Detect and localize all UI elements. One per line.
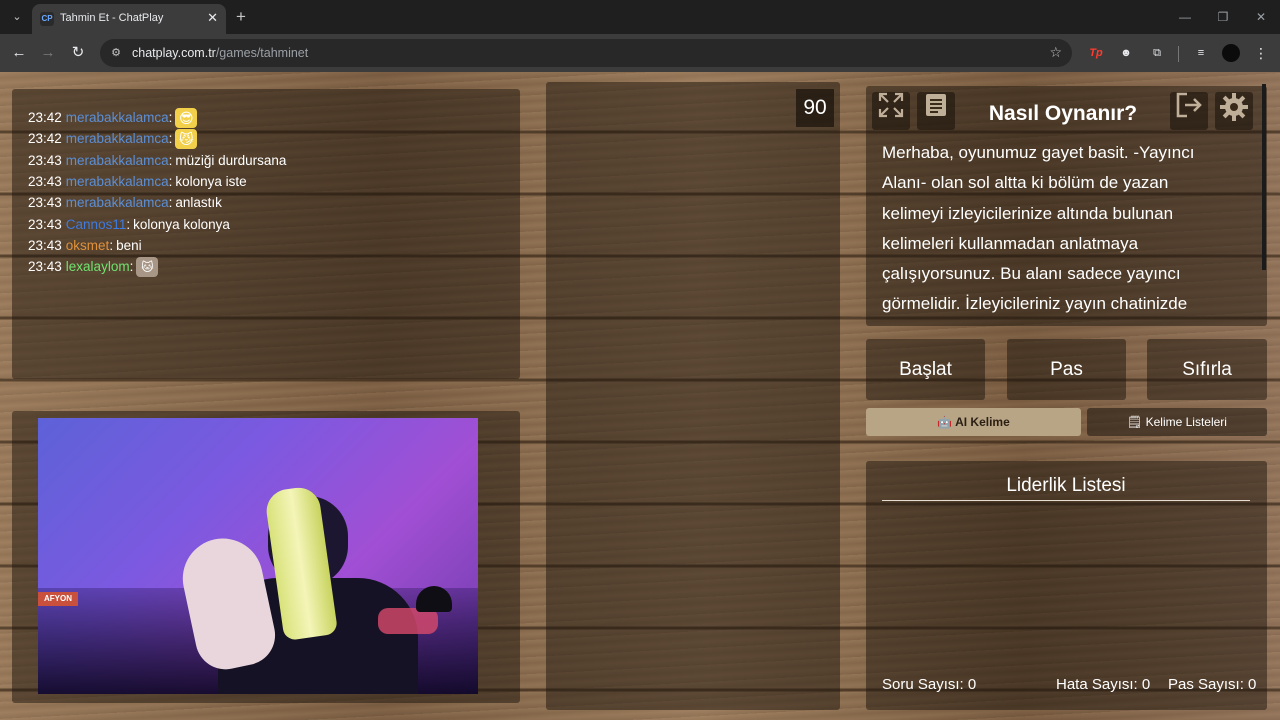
chat-message: 23:43 merabakkalamca: anlastık — [28, 192, 510, 213]
webcam-video: AFYON — [38, 418, 478, 694]
pass-count: Pas Sayısı: 0 — [1168, 676, 1257, 693]
chat-timestamp: 23:43 — [28, 237, 62, 253]
chatplay-favicon-icon: CP — [40, 12, 54, 26]
chat-timestamp: 23:43 — [28, 174, 62, 190]
tab-word-lists[interactable]: 🗒 Kelime Listeleri — [1087, 408, 1267, 436]
leaderboard-title: Liderlik Listesi — [1006, 475, 1126, 496]
emote-cat-face-icon: 😼 — [175, 128, 198, 149]
word-area-panel — [546, 82, 840, 710]
chat-message: 23:42 merabakkalamca: 😎 — [28, 107, 510, 128]
how-to-play-panel: Nasıl Oynanır? Merhaba, oyunumuz gayet b… — [866, 86, 1267, 326]
tab-title: Tahmin Et - ChatPlay — [60, 12, 164, 24]
chat-timestamp: 23:42 — [28, 131, 62, 147]
tab-word-lists-label: Kelime Listeleri — [1145, 415, 1227, 429]
chat-separator: : — [168, 110, 173, 126]
chat-timestamp: 23:43 — [28, 216, 62, 232]
chat-username[interactable]: merabakkalamca — [66, 195, 169, 210]
url-text[interactable]: chatplay.com.tr/games/tahminet — [132, 46, 308, 60]
window-controls: — ❐ ✕ — [1166, 0, 1280, 34]
toolbar-divider — [1178, 46, 1179, 62]
chat-separator: : — [168, 174, 173, 190]
chat-separator: : — [168, 195, 173, 211]
notepad-icon: 🗒 — [1127, 415, 1143, 429]
window-close-icon[interactable]: ✕ — [1242, 0, 1280, 34]
tab-ai-word-label: AI Kelime — [955, 415, 1010, 429]
chat-username[interactable]: merabakkalamca — [66, 131, 169, 146]
chat-separator: : — [168, 152, 173, 168]
chat-message: 23:43 lexalaylom: 🐱 — [28, 256, 510, 277]
chat-text: kolonya iste — [175, 174, 247, 190]
menu-kebab-icon[interactable]: ⋮ — [1253, 45, 1269, 61]
chat-timestamp: 23:43 — [28, 152, 62, 168]
chat-list: 23:42 merabakkalamca: 😎 23:42 merabakkalamca… — [28, 107, 510, 277]
chat-separator: : — [109, 237, 114, 253]
extension-mask-icon[interactable]: ☻ — [1118, 45, 1134, 61]
how-to-play-text: Merhaba, oyunumuz gayet basit. -Yayıncı … — [882, 143, 1195, 314]
chat-message: 23:43 oksmet: beni — [28, 235, 510, 256]
how-to-play-scrollbar[interactable] — [1262, 84, 1266, 270]
maximize-icon[interactable]: ❐ — [1204, 0, 1242, 34]
extension-tp-icon[interactable]: Tp — [1088, 45, 1104, 61]
streamer-area-panel: AFYON — [12, 411, 520, 703]
browser-tab[interactable]: CP Tahmin Et - ChatPlay ✕ — [32, 4, 226, 34]
forward-icon[interactable]: → — [37, 42, 59, 64]
chat-separator: : — [168, 131, 173, 147]
tab-ai-word[interactable]: 🤖 AI Kelime — [866, 408, 1081, 436]
start-button[interactable]: Başlat — [866, 339, 985, 400]
site-info-icon[interactable]: ⚙ — [108, 45, 124, 61]
address-bar[interactable]: ⚙ chatplay.com.tr/games/tahminet ☆ — [100, 39, 1072, 67]
chat-message: 23:43 Cannos11: kolonya kolonya — [28, 213, 510, 234]
tab-search-button[interactable]: ⌄ — [8, 8, 26, 26]
leaderboard-panel: Liderlik Listesi Soru Sayısı: 0 Hata Say… — [866, 461, 1267, 710]
tab-close-icon[interactable]: ✕ — [207, 10, 218, 26]
error-count: Hata Sayısı: 0 — [1056, 676, 1151, 693]
chat-username[interactable]: merabakkalamca — [66, 174, 169, 189]
question-count: Soru Sayısı: 0 — [882, 676, 977, 693]
minimize-icon[interactable]: — — [1166, 0, 1204, 34]
chat-text: müziği durdursana — [175, 152, 287, 168]
pass-button[interactable]: Pas — [1007, 339, 1126, 400]
webcam-banner: AFYON — [38, 592, 78, 606]
settings-gear-icon[interactable] — [1215, 92, 1253, 130]
chat-message: 23:43 merabakkalamca: müziği durdursana — [28, 150, 510, 171]
chat-panel: 23:42 merabakkalamca: 😎 23:42 merabakkalamca… — [12, 89, 520, 379]
how-to-play-title: Nasıl Oynanır? — [988, 102, 1138, 125]
logout-icon[interactable] — [1170, 92, 1208, 130]
chat-text: beni — [116, 237, 142, 253]
chat-timestamp: 23:42 — [28, 110, 62, 126]
back-icon[interactable]: ← — [8, 42, 30, 64]
leaderboard-divider — [882, 500, 1250, 501]
emote-cat-photo-icon: 🐱 — [136, 256, 159, 277]
chat-message: 23:42 merabakkalamca: 😼 — [28, 128, 510, 149]
reset-button[interactable]: Sıfırla — [1147, 339, 1267, 400]
profile-avatar[interactable] — [1222, 44, 1240, 62]
chat-text: anlastık — [175, 195, 222, 211]
chat-text: kolonya kolonya — [133, 216, 230, 232]
browser-tabbar: ⌄ CP Tahmin Et - ChatPlay ✕ + — ❐ ✕ — [0, 0, 1280, 34]
chat-username[interactable]: lexalaylom — [66, 259, 130, 274]
fullscreen-icon[interactable] — [872, 92, 910, 130]
chat-username[interactable]: oksmet — [66, 238, 110, 253]
chat-username[interactable]: merabakkalamca — [66, 153, 169, 168]
chat-timestamp: 23:43 — [28, 195, 62, 211]
reload-icon[interactable]: ↻ — [67, 42, 89, 64]
chat-timestamp: 23:43 — [28, 259, 62, 275]
emote-sunglasses-icon: 😎 — [175, 107, 198, 128]
round-timer: 90 — [796, 89, 834, 127]
extensions-puzzle-icon[interactable]: ⧉ — [1149, 45, 1165, 61]
robot-icon: 🤖 — [937, 415, 953, 429]
chat-separator: : — [126, 216, 131, 232]
browser-toolbar: ← → ↻ ⚙ chatplay.com.tr/games/tahminet ☆… — [0, 34, 1280, 72]
chat-username[interactable]: merabakkalamca — [66, 110, 169, 125]
rules-document-icon[interactable] — [917, 92, 955, 130]
media-control-icon[interactable]: ≡ — [1193, 45, 1209, 61]
chat-message: 23:43 merabakkalamca: kolonya iste — [28, 171, 510, 192]
new-tab-icon[interactable]: + — [236, 7, 246, 27]
bookmark-star-icon[interactable]: ☆ — [1049, 44, 1062, 61]
chat-separator: : — [129, 259, 134, 275]
chat-username[interactable]: Cannos11 — [66, 217, 127, 232]
game-page: 23:42 merabakkalamca: 😎 23:42 merabakkalamca… — [0, 72, 1280, 720]
